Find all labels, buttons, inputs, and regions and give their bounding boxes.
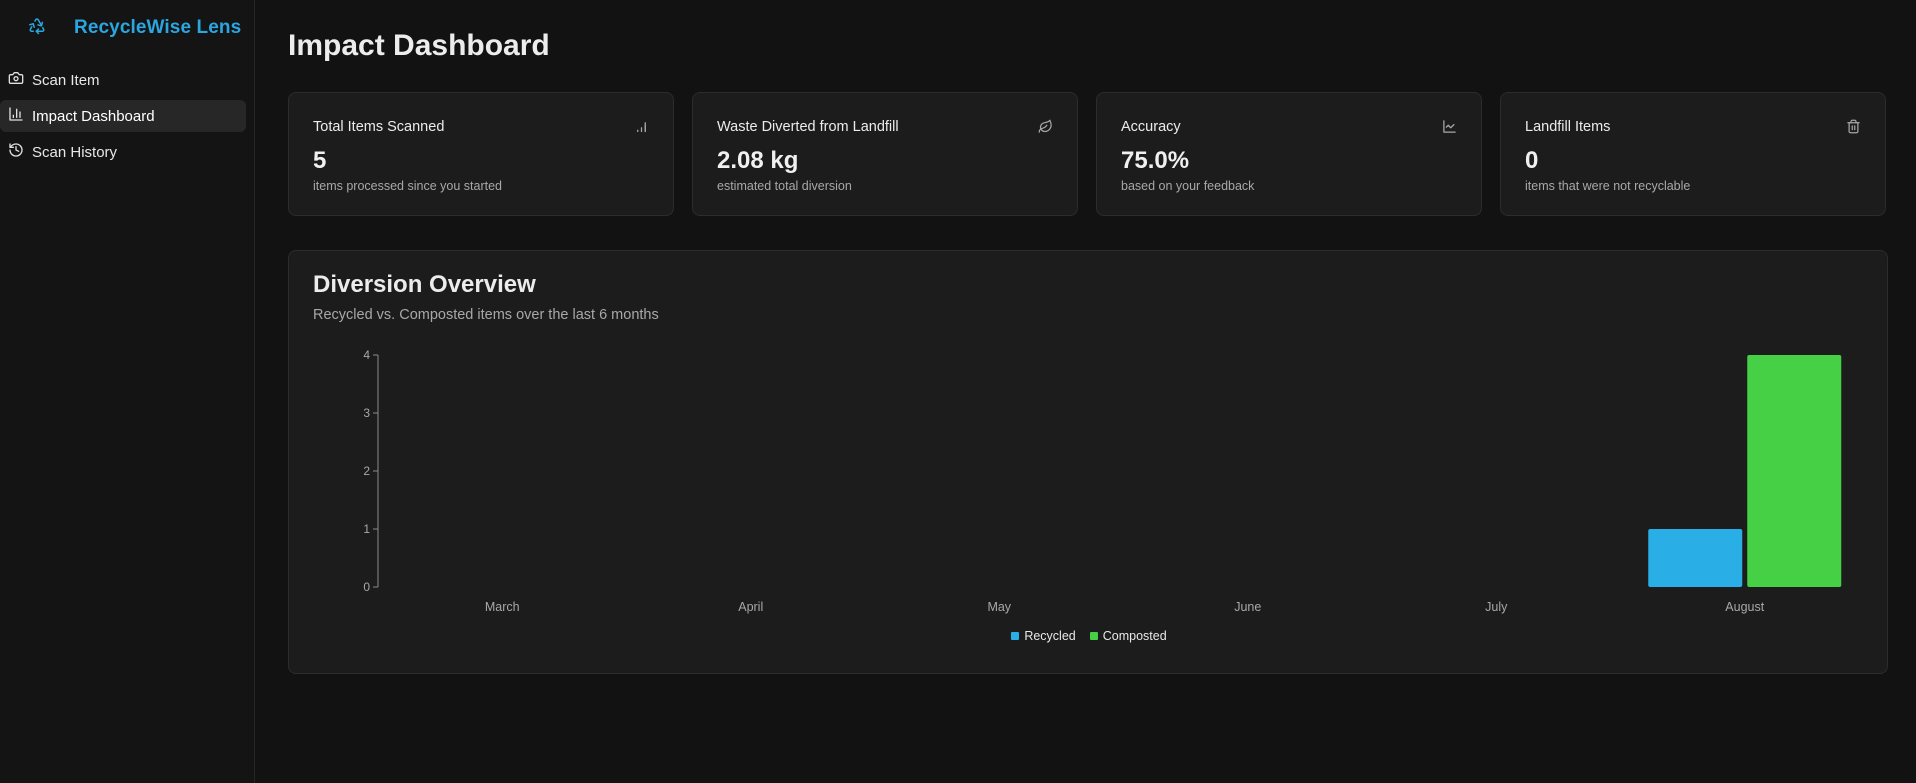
x-tick-label: March [485,600,520,614]
y-tick-label: 1 [363,522,370,536]
legend-label: Recycled [1024,629,1076,643]
chart-legend: Recycled Composted [289,629,1889,643]
stat-value: 0 [1525,147,1539,174]
stat-title: Waste Diverted from Landfill [717,119,899,135]
stat-title: Total Items Scanned [313,119,445,135]
camera-icon [8,70,32,90]
sidebar: RecycleWise Lens Scan Item Impact Dashbo… [0,0,255,783]
y-tick-label: 4 [363,348,370,362]
y-tick-label: 3 [363,406,370,420]
legend-item-composted[interactable]: Composted [1089,629,1167,643]
stat-title: Landfill Items [1525,119,1611,135]
sidebar-nav: Scan Item Impact Dashboard Scan History [0,64,254,168]
sidebar-item-label: Scan Item [32,71,100,89]
stat-value: 2.08 kg [717,147,799,174]
legend-swatch [1011,632,1020,640]
stats-cards: Total Items Scanned 5 items processed si… [288,92,1888,218]
legend-swatch [1089,632,1098,640]
stat-subtitle: items processed since you started [313,179,502,193]
bar-composted [1747,355,1842,587]
legend-label: Composted [1102,629,1167,643]
x-tick-label: July [1485,600,1508,614]
x-tick-label: May [987,600,1011,614]
stat-card-waste-diverted: Waste Diverted from Landfill 2.08 kg est… [692,92,1078,216]
sidebar-item-scan-history[interactable]: Scan History [0,136,246,168]
sidebar-item-label: Scan History [32,143,118,161]
stat-subtitle: estimated total diversion [717,179,852,193]
app-name: RecycleWise Lens [74,17,242,38]
page-title: Impact Dashboard [288,29,550,62]
sidebar-item-label: Impact Dashboard [32,107,155,125]
stat-subtitle: based on your feedback [1121,179,1255,193]
x-tick-label: April [738,600,763,614]
y-tick-label: 2 [363,464,370,478]
bar-chart-icon [8,106,32,126]
x-tick-label: June [1234,600,1261,614]
sidebar-item-scan-item[interactable]: Scan Item [0,64,246,96]
diversion-bar-chart: 0 1 2 3 4 March April May June July August [363,348,1842,614]
stat-value: 75.0% [1121,147,1190,174]
stat-value: 5 [313,147,327,174]
legend-item-recycled[interactable]: Recycled [1011,629,1076,643]
stat-card-accuracy: Accuracy 75.0% based on your feedback [1096,92,1482,216]
stat-title: Accuracy [1121,119,1181,135]
brand[interactable]: RecycleWise Lens [0,0,254,56]
stat-subtitle: items that were not recyclable [1525,179,1691,193]
stat-card-total-items: Total Items Scanned 5 items processed si… [288,92,674,216]
y-tick-label: 0 [363,580,370,594]
x-tick-label: August [1725,600,1764,614]
main-content: Impact Dashboard Total Items Scanned 5 i… [288,0,1888,674]
stat-card-landfill-items: Landfill Items 0 items that were not rec… [1500,92,1886,216]
recycle-icon [28,17,74,40]
bar-recycled [1648,529,1743,587]
history-icon [8,142,32,162]
diversion-overview-panel: Diversion Overview Recycled vs. Composte… [288,250,1888,674]
sidebar-item-impact-dashboard[interactable]: Impact Dashboard [0,100,246,132]
